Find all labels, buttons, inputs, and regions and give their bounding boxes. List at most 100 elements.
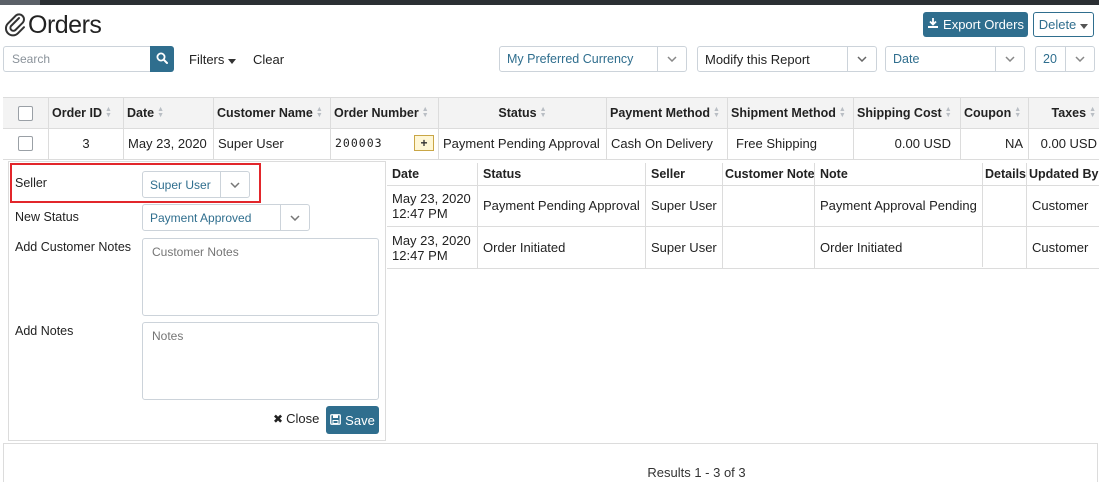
cell-customer-name: Super User — [213, 127, 330, 159]
cell-payment-method: Cash On Delivery — [606, 127, 727, 159]
search-icon — [156, 52, 168, 67]
save-button[interactable]: Save — [326, 406, 379, 434]
history-date-line: May 23, 2020 — [392, 232, 471, 248]
history-col-date: Date — [392, 167, 420, 181]
currency-select-value: My Preferred Currency — [507, 52, 634, 66]
history-col-seller: Seller — [645, 163, 722, 185]
sort-icon: ▲ ▼ — [157, 106, 165, 119]
download-icon — [927, 17, 939, 32]
history-date-cell: May 23, 2020 12:47 PM — [387, 227, 477, 268]
delete-label: Delete — [1038, 17, 1077, 32]
sort-icon: ▲ ▼ — [944, 106, 952, 119]
date-select[interactable]: Date — [885, 46, 1025, 72]
column-label: Coupon — [964, 106, 1012, 120]
close-button[interactable]: ✖ Close — [273, 411, 319, 426]
column-label: Shipment Method — [731, 106, 836, 120]
column-header-coupon[interactable]: Coupon ▲ ▼ — [960, 98, 1028, 128]
top-bar — [0, 0, 1099, 5]
table-row[interactable]: 3 May 23, 2020 Super User 200003 + Payme… — [3, 127, 1099, 160]
notes-field[interactable] — [142, 322, 379, 400]
column-header-order-number[interactable]: Order Number ▲ ▼ — [330, 98, 438, 128]
column-label: Order Number — [334, 106, 419, 120]
order-number-text: 200003 — [335, 136, 383, 150]
history-col-customer-note: Customer Note — [722, 163, 815, 185]
column-header-date[interactable]: Date ▲ ▼ — [123, 98, 213, 128]
seller-highlight-box — [10, 163, 261, 203]
history-date-line: May 23, 2020 — [392, 190, 471, 206]
select-all-checkbox[interactable] — [18, 105, 33, 121]
paperclip-icon — [4, 11, 26, 40]
page-title-text: Orders — [28, 10, 102, 39]
save-icon — [330, 413, 342, 428]
results-count: Results 1 - 3 of 3 — [647, 465, 746, 480]
history-note-cell: Payment Approval Pending — [814, 185, 982, 226]
column-label: Customer Name — [217, 106, 313, 120]
history-status-cell: Order Initiated — [477, 227, 645, 268]
column-header-shipping-cost[interactable]: Shipping Cost ▲ ▼ — [853, 98, 960, 128]
sort-icon: ▲ ▼ — [1014, 106, 1022, 119]
history-col-note: Note — [814, 163, 982, 185]
chevron-down-icon — [657, 47, 686, 71]
orders-table-header: Order ID ▲ ▼ Date ▲ ▼ Customer Name ▲ ▼ Order … — [3, 97, 1099, 129]
column-header-status[interactable]: Status ▲ ▼ — [438, 98, 606, 128]
chevron-down-icon — [1065, 47, 1094, 71]
history-time-line: 12:47 PM — [392, 247, 448, 263]
history-col-updated-by: Updated By — [1026, 163, 1099, 185]
caret-down-icon — [228, 52, 237, 67]
sort-icon: ▲ ▼ — [539, 106, 547, 119]
modify-report-value: Modify this Report — [705, 51, 810, 67]
page-size-select[interactable]: 20 — [1035, 46, 1095, 72]
filters-label: Filters — [189, 52, 225, 67]
column-header-customer-name[interactable]: Customer Name ▲ ▼ — [213, 98, 330, 128]
column-header-payment-method[interactable]: Payment Method ▲ ▼ — [606, 98, 727, 128]
export-orders-label: Export Orders — [943, 17, 1024, 32]
history-row: May 23, 2020 12:47 PM Order Initiated Su… — [387, 227, 1099, 269]
chevron-down-icon — [847, 47, 876, 71]
customer-notes-label: Add Customer Notes — [15, 240, 132, 254]
cell-status: Payment Pending Approval — [438, 127, 606, 159]
save-label: Save — [345, 412, 375, 428]
new-status-label: New Status — [15, 210, 79, 224]
history-customer-note-cell — [722, 185, 814, 226]
column-header-shipment-method[interactable]: Shipment Method ▲ ▼ — [727, 98, 853, 128]
column-label: Status — [498, 106, 537, 120]
cell-shipping-cost: 0.00 USD — [853, 127, 960, 159]
caret-down-icon — [1080, 17, 1089, 32]
top-bar-tab[interactable] — [0, 0, 40, 5]
cell-shipment-method: Free Shipping — [727, 127, 853, 159]
new-status-select-value: Payment Approved — [150, 210, 252, 225]
history-col-status: Status — [477, 163, 645, 185]
search-button[interactable] — [150, 46, 174, 72]
page-title: Orders — [4, 10, 102, 40]
customer-notes-field[interactable] — [142, 238, 379, 316]
sort-icon: ▲ ▼ — [838, 106, 846, 119]
history-date-cell: May 23, 2020 12:47 PM — [387, 185, 477, 226]
currency-select[interactable]: My Preferred Currency — [499, 46, 687, 72]
notes-label: Add Notes — [15, 324, 74, 338]
filters-button[interactable]: Filters — [189, 52, 237, 67]
order-history-table: Date Status Seller Customer Note Note De… — [387, 163, 1099, 269]
export-orders-button[interactable]: Export Orders — [923, 12, 1028, 37]
history-status-cell: Payment Pending Approval — [477, 185, 645, 226]
column-header-order-id[interactable]: Order ID ▲ ▼ — [48, 98, 123, 128]
delete-button[interactable]: Delete — [1033, 12, 1094, 37]
column-header-taxes[interactable]: Taxes ▲ ▼ — [1028, 98, 1099, 128]
new-status-select[interactable]: Payment Approved — [142, 204, 310, 231]
history-col-details: Details — [982, 163, 1026, 185]
sort-icon: ▲ ▼ — [421, 106, 429, 119]
modify-report-select[interactable]: Modify this Report — [697, 46, 877, 72]
history-header: Date Status Seller Customer Note Note De… — [387, 163, 1099, 186]
clear-button[interactable]: Clear — [253, 52, 284, 67]
row-checkbox[interactable] — [18, 135, 33, 151]
history-updated-by-cell: Customer — [1026, 185, 1099, 226]
history-seller-cell: Super User — [645, 185, 722, 226]
column-label: Payment Method — [610, 106, 711, 120]
column-label: Taxes — [1051, 106, 1087, 120]
cell-coupon: NA — [960, 127, 1028, 159]
sort-icon: ▲ ▼ — [315, 106, 323, 119]
plus-icon[interactable]: + — [414, 135, 434, 151]
column-label: Date — [127, 106, 155, 120]
cell-taxes: 0.00 USD — [1028, 127, 1099, 159]
search-input[interactable] — [3, 46, 150, 72]
cell-order-number: 200003 + — [330, 127, 438, 159]
